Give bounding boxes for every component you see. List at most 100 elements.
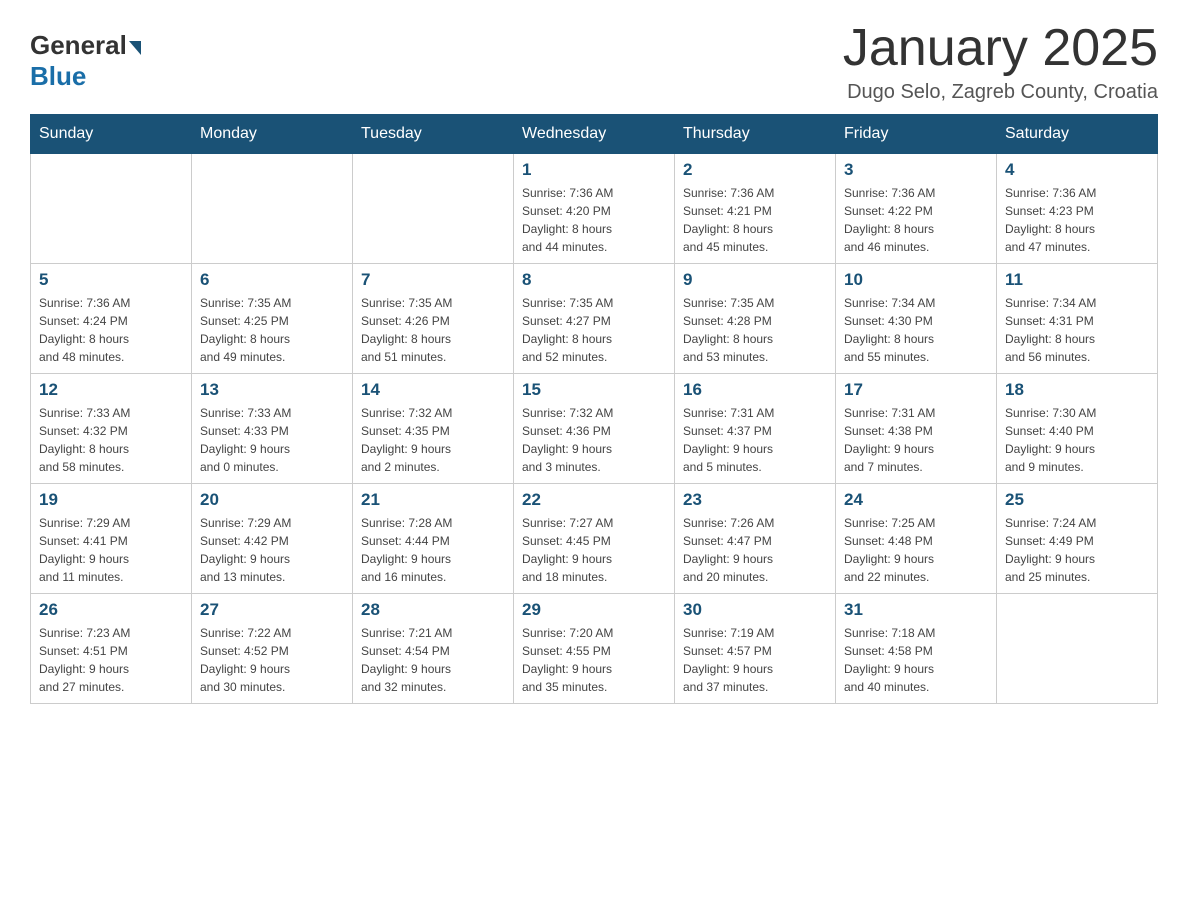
- day-number: 4: [1005, 160, 1149, 180]
- day-number: 30: [683, 600, 827, 620]
- day-info: Sunrise: 7:29 AM Sunset: 4:41 PM Dayligh…: [39, 514, 183, 586]
- calendar-cell: 20 Sunrise: 7:29 AM Sunset: 4:42 PM Dayli…: [192, 484, 353, 594]
- calendar-title: January 2025: [843, 20, 1158, 77]
- day-number: 27: [200, 600, 344, 620]
- day-number: 28: [361, 600, 505, 620]
- day-info: Sunrise: 7:20 AM Sunset: 4:55 PM Dayligh…: [522, 624, 666, 696]
- day-info: Sunrise: 7:23 AM Sunset: 4:51 PM Dayligh…: [39, 624, 183, 696]
- logo: General Blue: [30, 30, 141, 92]
- day-info: Sunrise: 7:36 AM Sunset: 4:22 PM Dayligh…: [844, 184, 988, 256]
- calendar-cell: 14 Sunrise: 7:32 AM Sunset: 4:35 PM Dayli…: [353, 374, 514, 484]
- day-number: 5: [39, 270, 183, 290]
- logo-arrow-icon: [129, 41, 141, 55]
- day-info: Sunrise: 7:35 AM Sunset: 4:25 PM Dayligh…: [200, 294, 344, 366]
- calendar-cell: 8Sunrise: 7:35 AM Sunset: 4:27 PM Daylig…: [514, 264, 675, 374]
- logo-blue-text: Blue: [30, 61, 86, 92]
- day-number: 9: [683, 270, 827, 290]
- day-info: Sunrise: 7:31 AM Sunset: 4:38 PM Dayligh…: [844, 404, 988, 476]
- title-section: January 2025 Dugo Selo, Zagreb County, C…: [843, 20, 1158, 104]
- calendar-cell: [353, 154, 514, 264]
- calendar-cell: 22 Sunrise: 7:27 AM Sunset: 4:45 PM Dayli…: [514, 484, 675, 594]
- day-info: Sunrise: 7:26 AM Sunset: 4:47 PM Dayligh…: [683, 514, 827, 586]
- calendar-cell: 28 Sunrise: 7:21 AM Sunset: 4:54 PM Dayli…: [353, 594, 514, 704]
- day-info: Sunrise: 7:27 AM Sunset: 4:45 PM Dayligh…: [522, 514, 666, 586]
- calendar-cell: 3 Sunrise: 7:36 AM Sunset: 4:22 PM Daylig…: [836, 154, 997, 264]
- day-info: Sunrise: 7:18 AM Sunset: 4:58 PM Dayligh…: [844, 624, 988, 696]
- day-number: 3: [844, 160, 988, 180]
- calendar-subtitle: Dugo Selo, Zagreb County, Croatia: [843, 81, 1158, 104]
- day-number: 13: [200, 380, 344, 400]
- day-number: 31: [844, 600, 988, 620]
- day-number: 15: [522, 380, 666, 400]
- day-number: 14: [361, 380, 505, 400]
- day-info: Sunrise: 7:36 AM Sunset: 4:23 PM Dayligh…: [1005, 184, 1149, 256]
- day-info: Sunrise: 7:34 AM Sunset: 4:31 PM Dayligh…: [1005, 294, 1149, 366]
- calendar-cell: 19 Sunrise: 7:29 AM Sunset: 4:41 PM Dayli…: [31, 484, 192, 594]
- calendar-cell: 10 Sunrise: 7:34 AM Sunset: 4:30 PM Dayli…: [836, 264, 997, 374]
- day-number: 25: [1005, 490, 1149, 510]
- day-number: 12: [39, 380, 183, 400]
- day-info: Sunrise: 7:25 AM Sunset: 4:48 PM Dayligh…: [844, 514, 988, 586]
- calendar-cell: 7Sunrise: 7:35 AM Sunset: 4:26 PM Daylig…: [353, 264, 514, 374]
- day-number: 1: [522, 160, 666, 180]
- week-row-4: 19 Sunrise: 7:29 AM Sunset: 4:41 PM Dayli…: [31, 484, 1158, 594]
- calendar-cell: [192, 154, 353, 264]
- calendar-cell: 16 Sunrise: 7:31 AM Sunset: 4:37 PM Dayli…: [675, 374, 836, 484]
- day-number: 19: [39, 490, 183, 510]
- day-number: 20: [200, 490, 344, 510]
- day-info: Sunrise: 7:29 AM Sunset: 4:42 PM Dayligh…: [200, 514, 344, 586]
- day-number: 26: [39, 600, 183, 620]
- calendar-cell: 2Sunrise: 7:36 AM Sunset: 4:21 PM Daylig…: [675, 154, 836, 264]
- day-number: 17: [844, 380, 988, 400]
- calendar-cell: [997, 594, 1158, 704]
- day-info: Sunrise: 7:36 AM Sunset: 4:20 PM Dayligh…: [522, 184, 666, 256]
- day-info: Sunrise: 7:31 AM Sunset: 4:37 PM Dayligh…: [683, 404, 827, 476]
- day-number: 8: [522, 270, 666, 290]
- day-info: Sunrise: 7:36 AM Sunset: 4:24 PM Dayligh…: [39, 294, 183, 366]
- day-info: Sunrise: 7:33 AM Sunset: 4:33 PM Dayligh…: [200, 404, 344, 476]
- weekday-header-thursday: Thursday: [675, 115, 836, 154]
- calendar-cell: 30Sunrise: 7:19 AM Sunset: 4:57 PM Dayli…: [675, 594, 836, 704]
- day-info: Sunrise: 7:34 AM Sunset: 4:30 PM Dayligh…: [844, 294, 988, 366]
- week-row-5: 26 Sunrise: 7:23 AM Sunset: 4:51 PM Dayli…: [31, 594, 1158, 704]
- day-number: 18: [1005, 380, 1149, 400]
- calendar-cell: [31, 154, 192, 264]
- weekday-header-tuesday: Tuesday: [353, 115, 514, 154]
- day-info: Sunrise: 7:30 AM Sunset: 4:40 PM Dayligh…: [1005, 404, 1149, 476]
- weekday-header-saturday: Saturday: [997, 115, 1158, 154]
- day-info: Sunrise: 7:22 AM Sunset: 4:52 PM Dayligh…: [200, 624, 344, 696]
- day-number: 16: [683, 380, 827, 400]
- calendar-cell: 23 Sunrise: 7:26 AM Sunset: 4:47 PM Dayli…: [675, 484, 836, 594]
- day-number: 11: [1005, 270, 1149, 290]
- calendar-cell: 9Sunrise: 7:35 AM Sunset: 4:28 PM Daylig…: [675, 264, 836, 374]
- day-info: Sunrise: 7:36 AM Sunset: 4:21 PM Dayligh…: [683, 184, 827, 256]
- day-number: 21: [361, 490, 505, 510]
- calendar-cell: 29 Sunrise: 7:20 AM Sunset: 4:55 PM Dayli…: [514, 594, 675, 704]
- day-info: Sunrise: 7:32 AM Sunset: 4:35 PM Dayligh…: [361, 404, 505, 476]
- day-number: 22: [522, 490, 666, 510]
- calendar-table: SundayMondayTuesdayWednesdayThursdayFrid…: [30, 114, 1158, 704]
- calendar-cell: 6 Sunrise: 7:35 AM Sunset: 4:25 PM Daylig…: [192, 264, 353, 374]
- day-number: 10: [844, 270, 988, 290]
- weekday-header-wednesday: Wednesday: [514, 115, 675, 154]
- weekday-header-monday: Monday: [192, 115, 353, 154]
- weekday-header-sunday: Sunday: [31, 115, 192, 154]
- calendar-cell: 17 Sunrise: 7:31 AM Sunset: 4:38 PM Dayli…: [836, 374, 997, 484]
- calendar-cell: 26 Sunrise: 7:23 AM Sunset: 4:51 PM Dayli…: [31, 594, 192, 704]
- calendar-cell: 21Sunrise: 7:28 AM Sunset: 4:44 PM Dayli…: [353, 484, 514, 594]
- day-number: 6: [200, 270, 344, 290]
- day-info: Sunrise: 7:24 AM Sunset: 4:49 PM Dayligh…: [1005, 514, 1149, 586]
- day-number: 29: [522, 600, 666, 620]
- logo-general-text: General: [30, 30, 127, 61]
- day-info: Sunrise: 7:35 AM Sunset: 4:26 PM Dayligh…: [361, 294, 505, 366]
- calendar-cell: 12Sunrise: 7:33 AM Sunset: 4:32 PM Dayli…: [31, 374, 192, 484]
- calendar-cell: 31 Sunrise: 7:18 AM Sunset: 4:58 PM Dayli…: [836, 594, 997, 704]
- calendar-cell: 4 Sunrise: 7:36 AM Sunset: 4:23 PM Daylig…: [997, 154, 1158, 264]
- day-number: 23: [683, 490, 827, 510]
- calendar-cell: 1 Sunrise: 7:36 AM Sunset: 4:20 PM Daylig…: [514, 154, 675, 264]
- calendar-cell: 13 Sunrise: 7:33 AM Sunset: 4:33 PM Dayli…: [192, 374, 353, 484]
- page-header: General Blue January 2025 Dugo Selo, Zag…: [30, 20, 1158, 104]
- weekday-header-row: SundayMondayTuesdayWednesdayThursdayFrid…: [31, 115, 1158, 154]
- calendar-cell: 25 Sunrise: 7:24 AM Sunset: 4:49 PM Dayli…: [997, 484, 1158, 594]
- day-info: Sunrise: 7:21 AM Sunset: 4:54 PM Dayligh…: [361, 624, 505, 696]
